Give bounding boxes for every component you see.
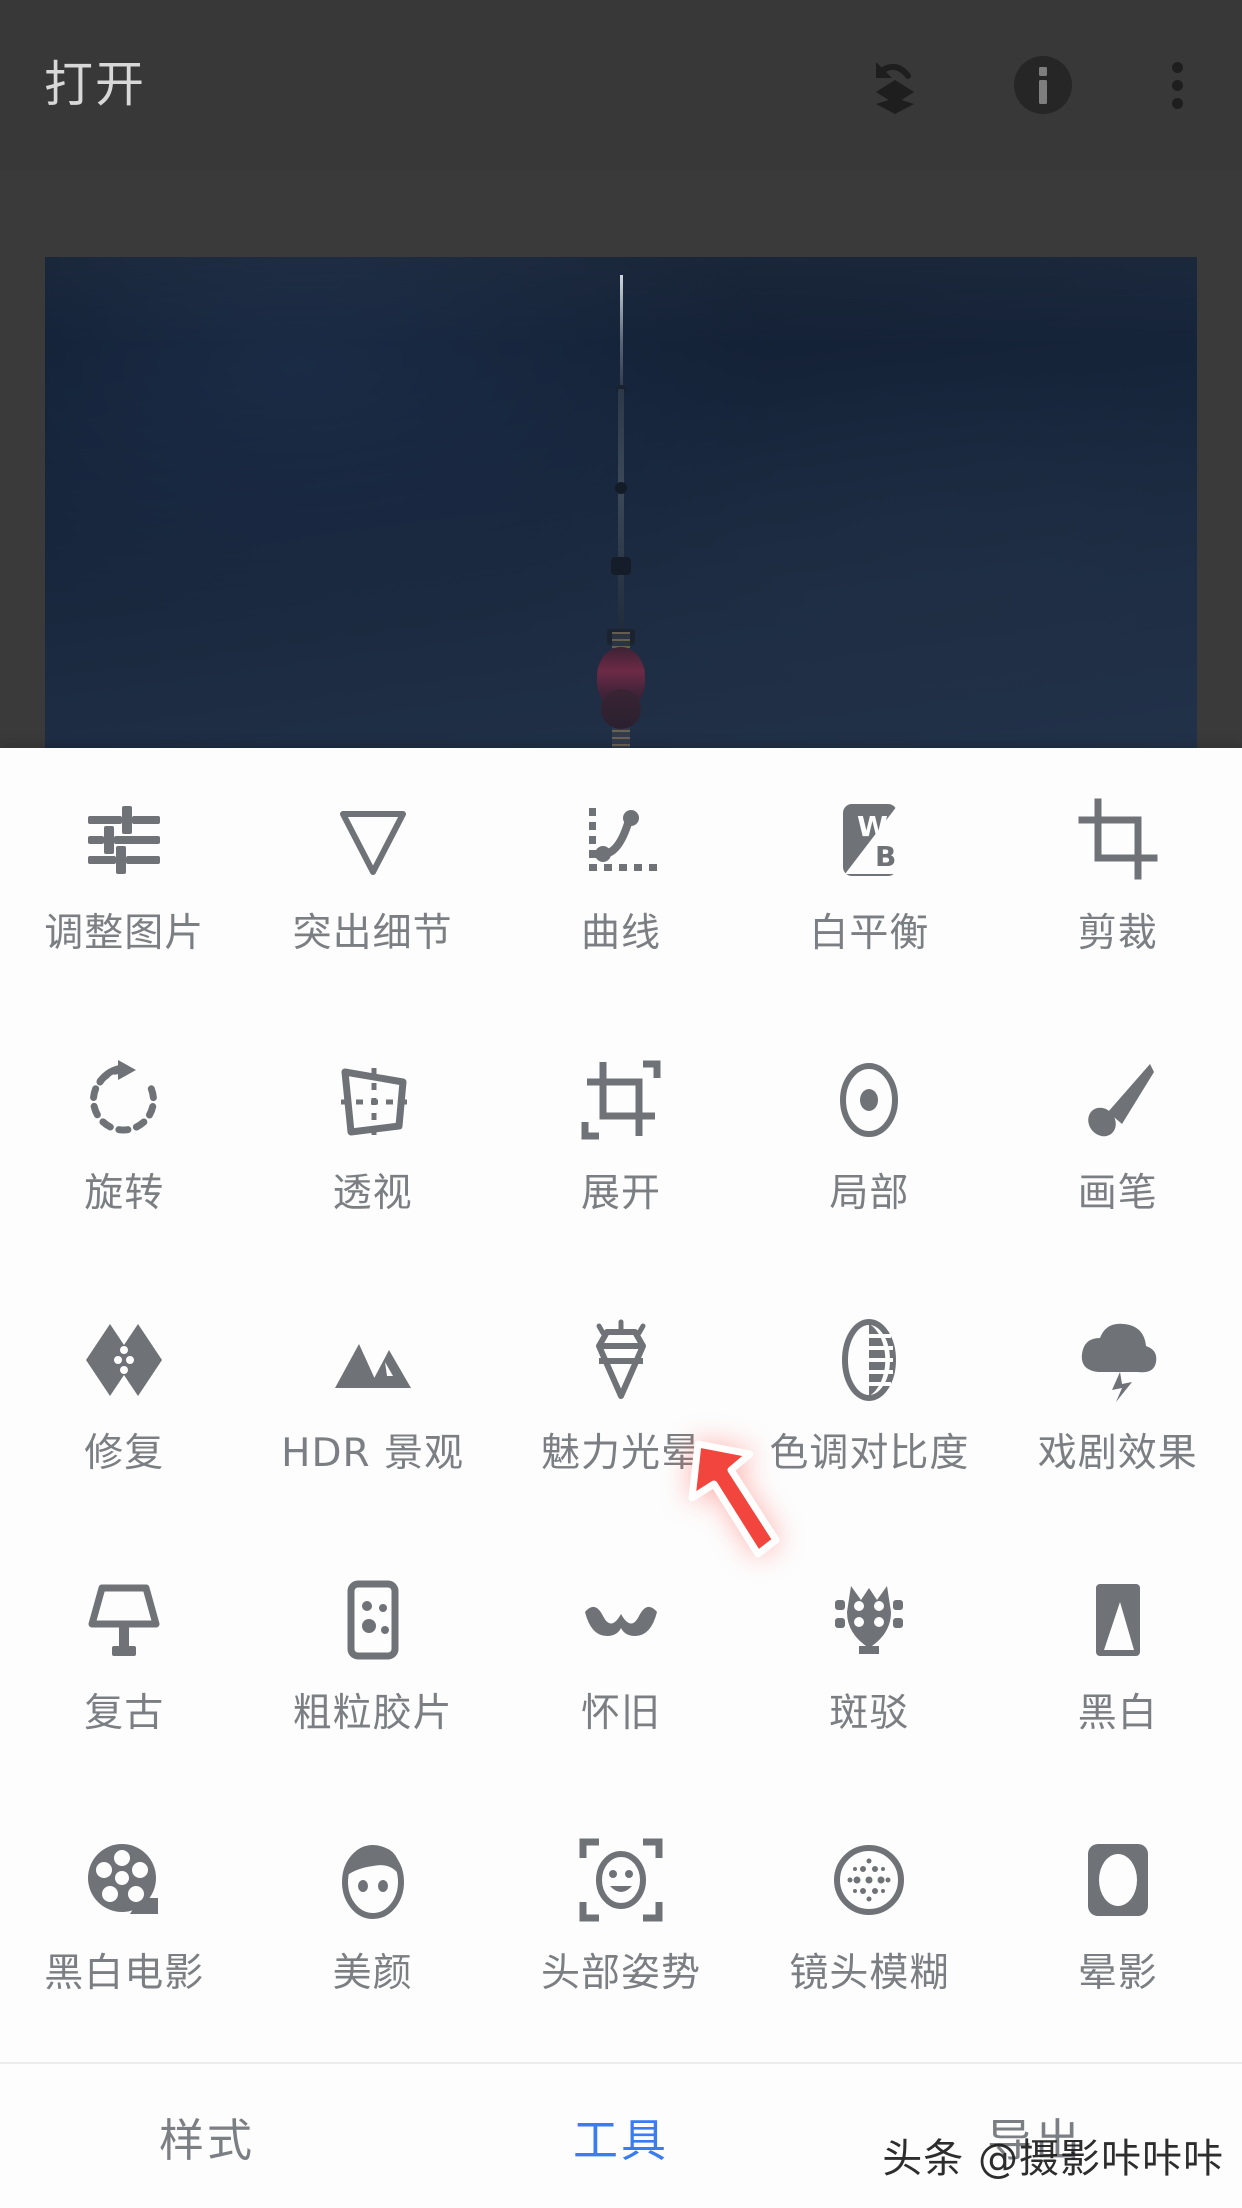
tool-item[interactable]: 展开: [497, 1008, 745, 1268]
tool-item[interactable]: 透视: [248, 1008, 496, 1268]
tool-item[interactable]: 突出细节: [248, 748, 496, 1008]
svg-text:W: W: [857, 810, 888, 843]
bottom-nav-item[interactable]: 样式: [0, 2104, 414, 2169]
tool-item[interactable]: 黑白电影: [0, 1788, 248, 2048]
lens-blur-icon: [821, 1832, 917, 1928]
page-title: 打开: [44, 56, 147, 113]
tool-label: 镜头模糊: [789, 1951, 950, 1996]
tool-label: 透视: [332, 1171, 413, 1216]
tool-label: 斑驳: [829, 1691, 910, 1736]
tool-item[interactable]: 戏剧效果: [994, 1268, 1242, 1528]
tool-label: 黑白: [1077, 1691, 1158, 1736]
tool-label: 戏剧效果: [1037, 1431, 1198, 1476]
rotate-icon: [76, 1052, 172, 1148]
overflow-menu-icon[interactable]: [1140, 48, 1214, 122]
bottom-nav-item[interactable]: 工具: [414, 2104, 828, 2169]
tool-item[interactable]: 剪裁: [994, 748, 1242, 1008]
tool-label: 美颜: [332, 1951, 413, 1996]
tool-item[interactable]: W B 白平衡: [745, 748, 993, 1008]
black-white-icon: [1070, 1572, 1166, 1668]
tool-label: HDR 景观: [281, 1431, 465, 1476]
crop-icon: [1070, 792, 1166, 888]
curve-icon: [573, 792, 669, 888]
tool-item[interactable]: 黑白: [994, 1528, 1242, 1788]
tool-label: 怀旧: [580, 1691, 661, 1736]
tool-label: 黑白电影: [44, 1951, 205, 1996]
menu-dot: [1171, 61, 1183, 73]
edited-photo[interactable]: [45, 257, 1197, 750]
bottom-navigation: 样式 工具 导出: [0, 2062, 1242, 2208]
glamour-glow-icon: [573, 1312, 669, 1408]
drama-icon: [1070, 1312, 1166, 1408]
tool-item[interactable]: 晕影: [994, 1788, 1242, 2048]
tool-label: 白平衡: [809, 911, 930, 956]
hdr-landscape-icon: [325, 1312, 421, 1408]
vignette-icon: [1070, 1832, 1166, 1928]
app-root: 打开 调整图片 突出细节 曲线 W B 白平衡 剪裁 旋转 透视 展开 局部 画…: [0, 0, 1242, 2208]
tool-label: 修复: [84, 1431, 165, 1476]
tool-item[interactable]: 魅力光晕: [497, 1268, 745, 1528]
tool-label: 晕影: [1077, 1951, 1158, 1996]
brush-icon: [1070, 1052, 1166, 1148]
tool-item[interactable]: 怀旧: [497, 1528, 745, 1788]
tools-grid: 调整图片 突出细节 曲线 W B 白平衡 剪裁 旋转 透视 展开 局部 画笔 修…: [0, 748, 1242, 2048]
tool-item[interactable]: 修复: [0, 1268, 248, 1528]
tool-item[interactable]: 旋转: [0, 1008, 248, 1268]
info-icon[interactable]: [1006, 48, 1080, 122]
tool-item[interactable]: 美颜: [248, 1788, 496, 2048]
grunge-icon: [821, 1572, 917, 1668]
tool-label: 突出细节: [292, 911, 453, 956]
tool-item[interactable]: 色调对比度: [745, 1268, 993, 1528]
tool-label: 头部姿势: [540, 1951, 701, 1996]
tonal-contrast-icon: [821, 1312, 917, 1408]
tool-label: 粗粒胶片: [292, 1691, 453, 1736]
tool-item[interactable]: 头部姿势: [497, 1788, 745, 2048]
photo-preview-area[interactable]: [0, 170, 1242, 750]
noir-film-reel-icon: [76, 1832, 172, 1928]
tool-item[interactable]: 画笔: [994, 1008, 1242, 1268]
selective-icon: [821, 1052, 917, 1148]
tool-label: 局部: [829, 1171, 910, 1216]
tool-item[interactable]: 镜头模糊: [745, 1788, 993, 2048]
undo-layers-icon[interactable]: [858, 48, 932, 122]
svg-text:B: B: [875, 840, 896, 873]
sliders-icon: [76, 792, 172, 888]
perspective-icon: [325, 1052, 421, 1148]
tool-label: 画笔: [1077, 1171, 1158, 1216]
top-app-bar: 打开: [0, 0, 1242, 170]
white-balance-icon: W B: [821, 792, 917, 888]
tool-label: 魅力光晕: [540, 1431, 701, 1476]
tool-item[interactable]: 局部: [745, 1008, 993, 1268]
tool-item[interactable]: 复古: [0, 1528, 248, 1788]
tool-item[interactable]: 粗粒胶片: [248, 1528, 496, 1788]
tool-label: 色调对比度: [769, 1431, 970, 1476]
tool-label: 复古: [84, 1691, 165, 1736]
tool-label: 旋转: [84, 1171, 165, 1216]
tool-item[interactable]: 曲线: [497, 748, 745, 1008]
tool-label: 调整图片: [44, 911, 205, 956]
healing-icon: [76, 1312, 172, 1408]
tool-item[interactable]: 斑驳: [745, 1528, 993, 1788]
tool-item[interactable]: 调整图片: [0, 748, 248, 1008]
watermark-text: 头条 @摄影咔咔咔: [882, 2136, 1224, 2182]
tool-label: 剪裁: [1077, 911, 1158, 956]
tool-label: 曲线: [580, 911, 661, 956]
menu-dot: [1171, 97, 1183, 109]
expand-icon: [573, 1052, 669, 1148]
vintage-lamp-icon: [76, 1572, 172, 1668]
tools-sheet: 调整图片 突出细节 曲线 W B 白平衡 剪裁 旋转 透视 展开 局部 画笔 修…: [0, 748, 1242, 2208]
tool-item[interactable]: HDR 景观: [248, 1268, 496, 1528]
tool-label: 展开: [580, 1171, 661, 1216]
menu-dot: [1171, 79, 1183, 91]
head-pose-icon: [573, 1832, 669, 1928]
retrolux-icon: [573, 1572, 669, 1668]
grainy-film-icon: [325, 1572, 421, 1668]
portrait-face-icon: [325, 1832, 421, 1928]
triangle-detail-icon: [325, 792, 421, 888]
